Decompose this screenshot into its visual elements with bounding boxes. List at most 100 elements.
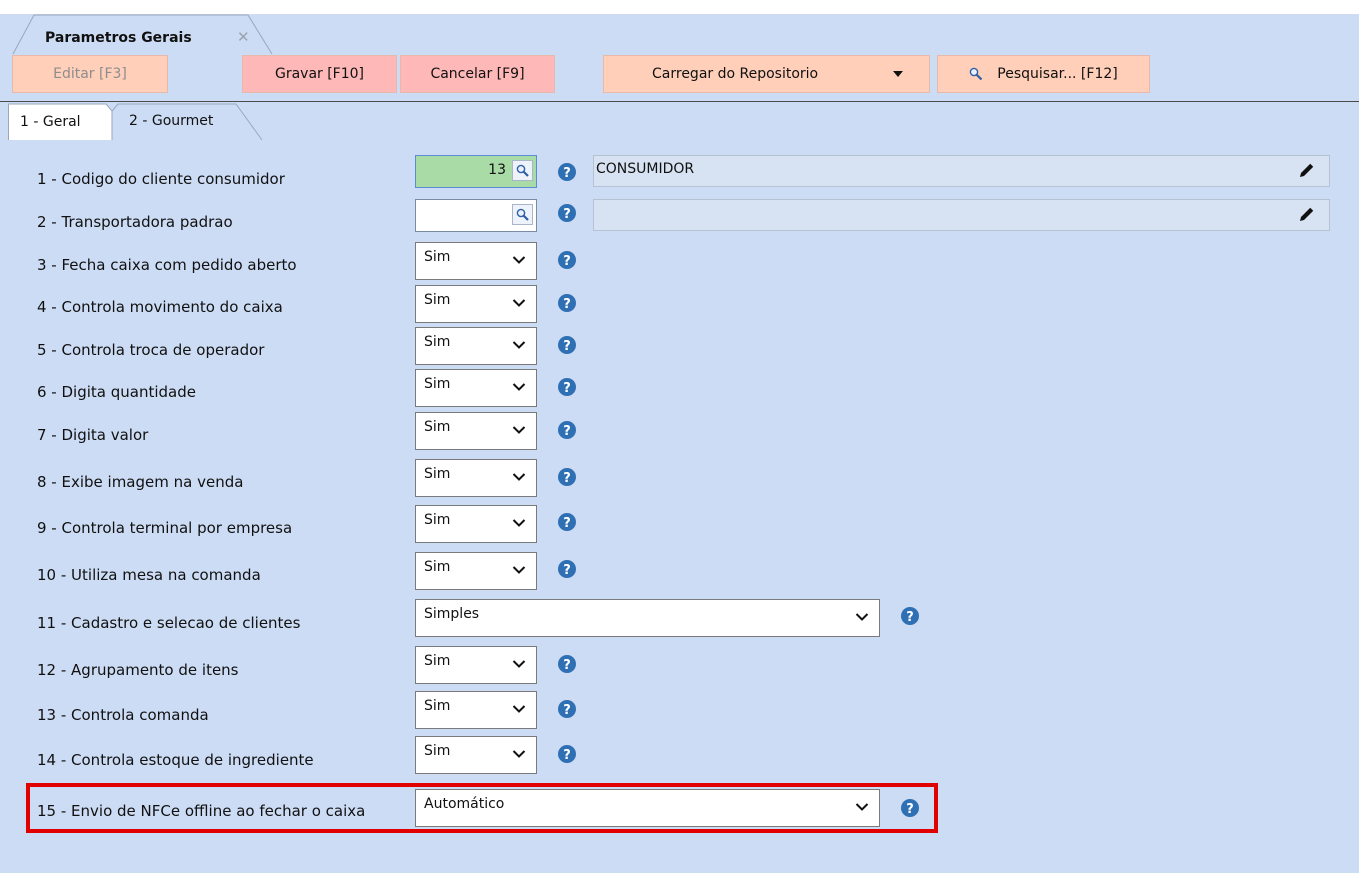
chevron-down-icon: [512, 660, 526, 668]
help-icon[interactable]: ?: [557, 203, 577, 223]
select-value: Sim: [424, 419, 451, 435]
field-label-10: 10 - Utiliza mesa na comanda: [37, 566, 261, 584]
carrier-description-field: [593, 199, 1330, 231]
help-icon[interactable]: ?: [557, 420, 577, 440]
help-icon[interactable]: ?: [557, 377, 577, 397]
select-field-13[interactable]: Sim: [415, 691, 537, 729]
field-label-3: 3 - Fecha caixa com pedido aberto: [37, 256, 297, 274]
chevron-down-icon: [512, 426, 526, 434]
close-icon[interactable]: ✕: [237, 28, 250, 46]
select-field-3[interactable]: Sim: [415, 242, 537, 280]
svg-text:?: ?: [563, 166, 571, 181]
help-icon[interactable]: ?: [557, 654, 577, 674]
consumer-code-input[interactable]: 13: [415, 155, 537, 188]
select-value: Automático: [424, 796, 505, 812]
select-field-9[interactable]: Sim: [415, 505, 537, 543]
cancel-button[interactable]: Cancelar [F9]: [400, 55, 555, 93]
help-icon[interactable]: ?: [557, 512, 577, 532]
field-label-14: 14 - Controla estoque de ingrediente: [37, 751, 314, 769]
lookup-search-icon[interactable]: [512, 160, 533, 181]
select-field-15[interactable]: Automático: [415, 789, 880, 827]
select-value: Sim: [424, 698, 451, 714]
chevron-down-icon: [512, 473, 526, 481]
svg-text:?: ?: [563, 471, 571, 486]
help-icon[interactable]: ?: [557, 744, 577, 764]
svg-text:?: ?: [563, 207, 571, 222]
save-button[interactable]: Gravar [F10]: [242, 55, 397, 93]
help-icon[interactable]: ?: [557, 467, 577, 487]
chevron-down-icon: [512, 705, 526, 713]
field-label-4: 4 - Controla movimento do caixa: [37, 298, 283, 316]
select-value: Sim: [424, 512, 451, 528]
top-strip: [0, 0, 1359, 14]
svg-text:?: ?: [563, 748, 571, 763]
edit-button-label: Editar [F3]: [53, 66, 127, 82]
select-field-4[interactable]: Sim: [415, 285, 537, 323]
chevron-down-icon: [512, 341, 526, 349]
document-tab[interactable]: Parametros Gerais ✕: [12, 14, 273, 55]
help-icon[interactable]: ?: [557, 293, 577, 313]
svg-text:?: ?: [563, 254, 571, 269]
field-label-15: 15 - Envio de NFCe offline ao fechar o c…: [37, 802, 366, 820]
chevron-down-icon: [512, 256, 526, 264]
chevron-down-icon: [512, 750, 526, 758]
select-value: Sim: [424, 743, 451, 759]
save-button-label: Gravar [F10]: [274, 66, 365, 82]
select-field-10[interactable]: Sim: [415, 552, 537, 590]
select-value: Sim: [424, 292, 451, 308]
tab-strip: 1 - Geral 2 - Gourmet: [8, 103, 268, 141]
help-icon[interactable]: ?: [557, 250, 577, 270]
chevron-down-icon: [512, 299, 526, 307]
search-button[interactable]: Pesquisar... [F12]: [937, 55, 1150, 93]
help-icon[interactable]: ?: [900, 606, 920, 626]
chevron-down-icon: [512, 383, 526, 391]
select-value: Sim: [424, 559, 451, 575]
carrier-input[interactable]: [415, 199, 537, 232]
select-field-6[interactable]: Sim: [415, 369, 537, 407]
select-field-11[interactable]: Simples: [415, 599, 880, 637]
lookup-search-icon[interactable]: [512, 204, 533, 225]
chevron-down-icon: [512, 519, 526, 527]
select-field-5[interactable]: Sim: [415, 327, 537, 365]
svg-text:?: ?: [563, 658, 571, 673]
svg-text:?: ?: [563, 297, 571, 312]
field-label-1: 1 - Codigo do cliente consumidor: [37, 170, 285, 188]
tab-geral[interactable]: 1 - Geral: [20, 114, 81, 130]
field-label-13: 13 - Controla comanda: [37, 706, 209, 724]
svg-text:?: ?: [563, 339, 571, 354]
help-icon[interactable]: ?: [900, 798, 920, 818]
field-label-6: 6 - Digita quantidade: [37, 383, 196, 401]
select-value: Sim: [424, 376, 451, 392]
dropdown-arrow-icon[interactable]: [893, 71, 903, 77]
magnifier-icon: [969, 67, 983, 81]
help-icon[interactable]: ?: [557, 699, 577, 719]
select-field-8[interactable]: Sim: [415, 459, 537, 497]
document-tab-title: Parametros Gerais: [45, 30, 192, 46]
svg-text:?: ?: [563, 424, 571, 439]
svg-text:?: ?: [563, 563, 571, 578]
select-value: Sim: [424, 334, 451, 350]
field-label-7: 7 - Digita valor: [37, 426, 149, 444]
edit-button[interactable]: Editar [F3]: [12, 55, 168, 93]
chevron-down-icon: [855, 613, 869, 621]
consumer-description: CONSUMIDOR: [596, 161, 695, 177]
select-field-12[interactable]: Sim: [415, 646, 537, 684]
pencil-icon[interactable]: [1297, 206, 1315, 224]
consumer-code-value: 13: [488, 162, 506, 178]
svg-text:?: ?: [563, 516, 571, 531]
search-button-label: Pesquisar... [F12]: [997, 66, 1118, 82]
select-field-7[interactable]: Sim: [415, 412, 537, 450]
help-icon[interactable]: ?: [557, 162, 577, 182]
pencil-icon[interactable]: [1297, 162, 1315, 180]
load-repository-button[interactable]: Carregar do Repositorio: [603, 55, 930, 93]
svg-text:?: ?: [563, 381, 571, 396]
select-field-14[interactable]: Sim: [415, 736, 537, 774]
help-icon[interactable]: ?: [557, 559, 577, 579]
cancel-button-label: Cancelar [F9]: [430, 66, 525, 82]
tab-gourmet[interactable]: 2 - Gourmet: [129, 113, 213, 129]
field-label-9: 9 - Controla terminal por empresa: [37, 519, 293, 537]
help-icon[interactable]: ?: [557, 335, 577, 355]
select-value: Sim: [424, 653, 451, 669]
svg-text:?: ?: [906, 610, 914, 625]
select-value: Sim: [424, 249, 451, 265]
